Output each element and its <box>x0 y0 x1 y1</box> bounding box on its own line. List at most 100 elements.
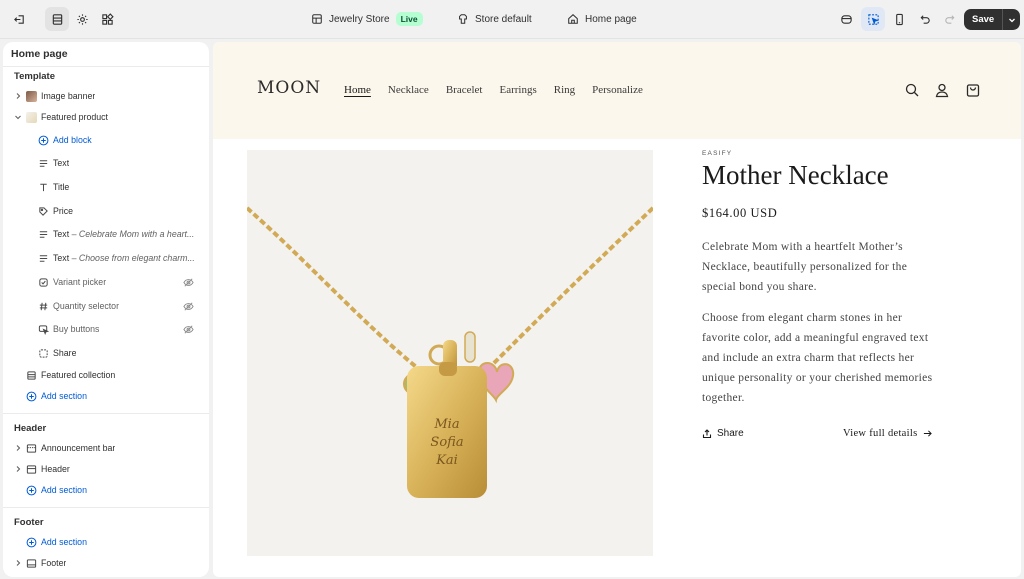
section-image-banner[interactable]: Image banner <box>3 86 209 106</box>
share-label: Share <box>717 428 744 439</box>
chevron-right-icon[interactable] <box>14 92 22 100</box>
apps-icon[interactable] <box>95 7 119 31</box>
exit-icon[interactable] <box>7 7 31 31</box>
block-text-choose[interactable]: Text – Choose from elegant charm... <box>3 248 209 268</box>
save-options-button[interactable] <box>1003 9 1020 30</box>
theme-selector[interactable]: Store default <box>457 8 532 30</box>
nav-earrings[interactable]: Earrings <box>499 84 536 96</box>
product-description-2: Choose from elegant charm stones in her … <box>702 312 933 404</box>
divider <box>3 507 209 508</box>
header-heading: Header <box>14 423 47 434</box>
product-description-1: Celebrate Mom with a heartfelt Mother’s … <box>702 241 908 293</box>
block-label: Text – Choose from elegant charm... <box>53 253 199 263</box>
gear-icon[interactable] <box>70 7 94 31</box>
text-align-icon <box>38 253 49 264</box>
sections-sidebar: Home page Template Image banner Featured… <box>3 42 209 577</box>
nav-bracelet[interactable]: Bracelet <box>446 84 483 96</box>
product-title: Mother Necklace <box>702 160 889 190</box>
block-share[interactable]: Share <box>3 343 209 363</box>
block-text-celebrate[interactable]: Text – Celebrate Mom with a heart... <box>3 224 209 244</box>
block-label: Variant picker <box>53 277 107 287</box>
section-header[interactable]: Header <box>3 459 209 479</box>
block-label: Buy buttons <box>53 324 100 334</box>
store-name: Jewelry Store <box>329 13 390 25</box>
section-featured-collection[interactable]: Featured collection <box>3 365 209 385</box>
nav-necklace[interactable]: Necklace <box>388 84 429 96</box>
block-text[interactable]: Text <box>3 153 209 173</box>
block-type: Text <box>53 253 70 263</box>
section-label: Footer <box>41 558 67 568</box>
block-title[interactable]: Title <box>3 177 209 197</box>
hash-icon <box>38 301 49 312</box>
add-block-label: Add block <box>53 135 92 145</box>
announcement-bar-icon <box>26 443 37 454</box>
search-icon[interactable] <box>904 82 920 98</box>
product-image[interactable]: Mia Sofia Kai <box>247 150 653 556</box>
account-icon[interactable] <box>934 82 950 98</box>
redo-icon[interactable] <box>937 7 961 31</box>
template-heading: Template <box>14 71 56 82</box>
eye-hidden-icon[interactable] <box>183 324 194 335</box>
undo-icon[interactable] <box>913 7 937 31</box>
mobile-preview-icon[interactable] <box>887 7 911 31</box>
share-icon <box>702 428 712 438</box>
chevron-down-icon <box>1008 18 1015 22</box>
cart-icon[interactable] <box>965 82 981 98</box>
nav-ring[interactable]: Ring <box>554 84 575 96</box>
engraving-line-2: Sofia <box>430 435 463 450</box>
engraving-line-3: Kai <box>435 453 458 468</box>
select-cursor-icon[interactable] <box>861 7 885 31</box>
product-price: $164.00 USD <box>702 206 778 220</box>
section-label: Header <box>41 464 70 474</box>
add-section-button[interactable]: Add section <box>3 532 209 552</box>
block-price[interactable]: Price <box>3 201 209 221</box>
featured-product-thumbnail <box>26 111 37 123</box>
block-label: Text – Celebrate Mom with a heart... <box>53 229 199 239</box>
theme-name: Store default <box>475 13 532 25</box>
chevron-right-icon[interactable] <box>14 559 22 567</box>
eye-hidden-icon[interactable] <box>183 301 194 312</box>
section-featured-product[interactable]: Featured product <box>3 107 209 127</box>
eye-hidden-icon[interactable] <box>183 277 194 288</box>
store-header: MOON Home Necklace Bracelet Earrings Rin… <box>213 42 1021 139</box>
store-nav: Home Necklace Bracelet Earrings Ring Per… <box>344 84 643 96</box>
add-section-button[interactable]: Add section <box>3 386 209 406</box>
chevron-right-icon[interactable] <box>14 444 22 452</box>
arrow-right-icon <box>924 430 933 437</box>
store-icon <box>312 14 322 24</box>
divider <box>3 413 209 414</box>
product-vendor: EASIFY <box>702 150 733 157</box>
plus-circle-icon <box>38 135 49 146</box>
add-section-button[interactable]: Add section <box>3 480 209 500</box>
block-buy-buttons[interactable]: Buy buttons <box>3 319 209 339</box>
chevron-down-icon[interactable] <box>14 113 22 121</box>
store-selector[interactable]: Jewelry Store Live <box>311 8 423 30</box>
view-full-details-link[interactable]: View full details <box>843 428 933 439</box>
plus-circle-icon <box>26 537 37 548</box>
inspector-icon[interactable] <box>834 7 858 31</box>
page-selector[interactable]: Home page <box>567 8 637 30</box>
nav-personalize[interactable]: Personalize <box>592 84 643 96</box>
store-logo[interactable]: MOON <box>257 78 321 98</box>
block-label: Quantity selector <box>53 301 120 311</box>
store-preview: MOON Home Necklace Bracelet Earrings Rin… <box>213 42 1021 577</box>
block-quantity-selector[interactable]: Quantity selector <box>3 296 209 316</box>
sections-icon[interactable] <box>45 7 69 31</box>
block-label: Text <box>53 158 70 168</box>
text-align-icon <box>38 229 49 240</box>
section-announcement-bar[interactable]: Announcement bar <box>3 438 209 458</box>
section-footer[interactable]: Footer <box>3 553 209 573</box>
block-summary: – Celebrate Mom with a heart... <box>69 229 195 239</box>
nav-home[interactable]: Home <box>344 84 371 96</box>
plus-circle-icon <box>26 391 37 402</box>
sidebar-title: Home page <box>11 48 68 60</box>
necklace-illustration: Mia Sofia Kai <box>247 206 653 498</box>
block-variant-picker[interactable]: Variant picker <box>3 272 209 292</box>
block-label: Share <box>53 348 77 358</box>
add-block-button[interactable]: Add block <box>3 130 209 150</box>
section-label: Image banner <box>41 91 96 101</box>
share-button[interactable]: Share <box>702 428 744 439</box>
engraving-line-1: Mia <box>433 417 459 432</box>
chevron-right-icon[interactable] <box>14 465 22 473</box>
save-button[interactable]: Save <box>964 9 1004 30</box>
